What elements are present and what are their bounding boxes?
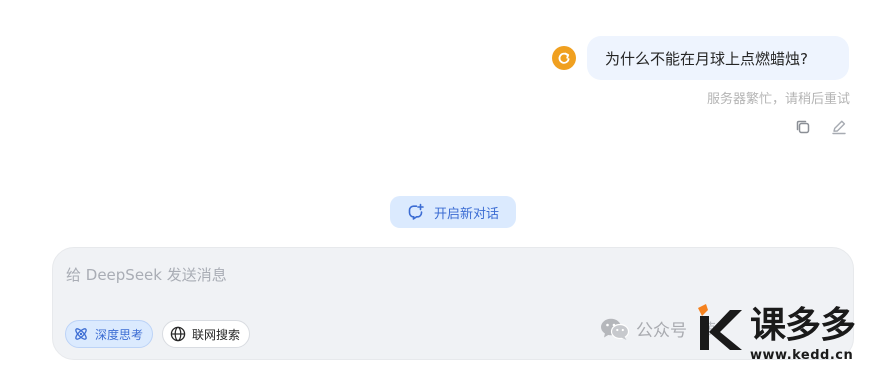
kedd-url-text: www.kedd.cn: [750, 348, 854, 363]
atom-icon: [75, 328, 87, 340]
deep-think-toggle[interactable]: 深度思考: [65, 320, 154, 348]
deep-think-label: 深度思考: [95, 327, 144, 342]
new-chat-label: 开启新对话: [433, 206, 499, 222]
web-search-toggle[interactable]: 联网搜索: [162, 320, 251, 348]
edit-icon[interactable]: [828, 116, 850, 138]
user-message-bubble: 为什么不能在月球上点燃蜡烛?: [587, 36, 849, 80]
kedd-k-icon: [698, 304, 742, 350]
message-actions: [792, 116, 850, 138]
wechat-icon: [601, 318, 630, 340]
refresh-icon[interactable]: [552, 46, 576, 70]
user-message-text: 为什么不能在月球上点燃蜡烛?: [605, 49, 808, 68]
globe-icon: [170, 326, 186, 342]
new-chat-button[interactable]: 开启新对话: [390, 196, 516, 228]
copy-icon[interactable]: [792, 116, 814, 138]
web-search-label: 联网搜索: [192, 327, 241, 342]
server-busy-status: 服务器繁忙，请稍后重试: [706, 92, 850, 107]
kedd-brand-text: 课多多: [750, 305, 856, 346]
kedd-logo: 课多多 www.kedd.cn: [692, 304, 892, 366]
new-chat-icon: [408, 203, 424, 220]
wechat-label: 公众号: [636, 321, 687, 341]
message-input[interactable]: [66, 262, 626, 288]
